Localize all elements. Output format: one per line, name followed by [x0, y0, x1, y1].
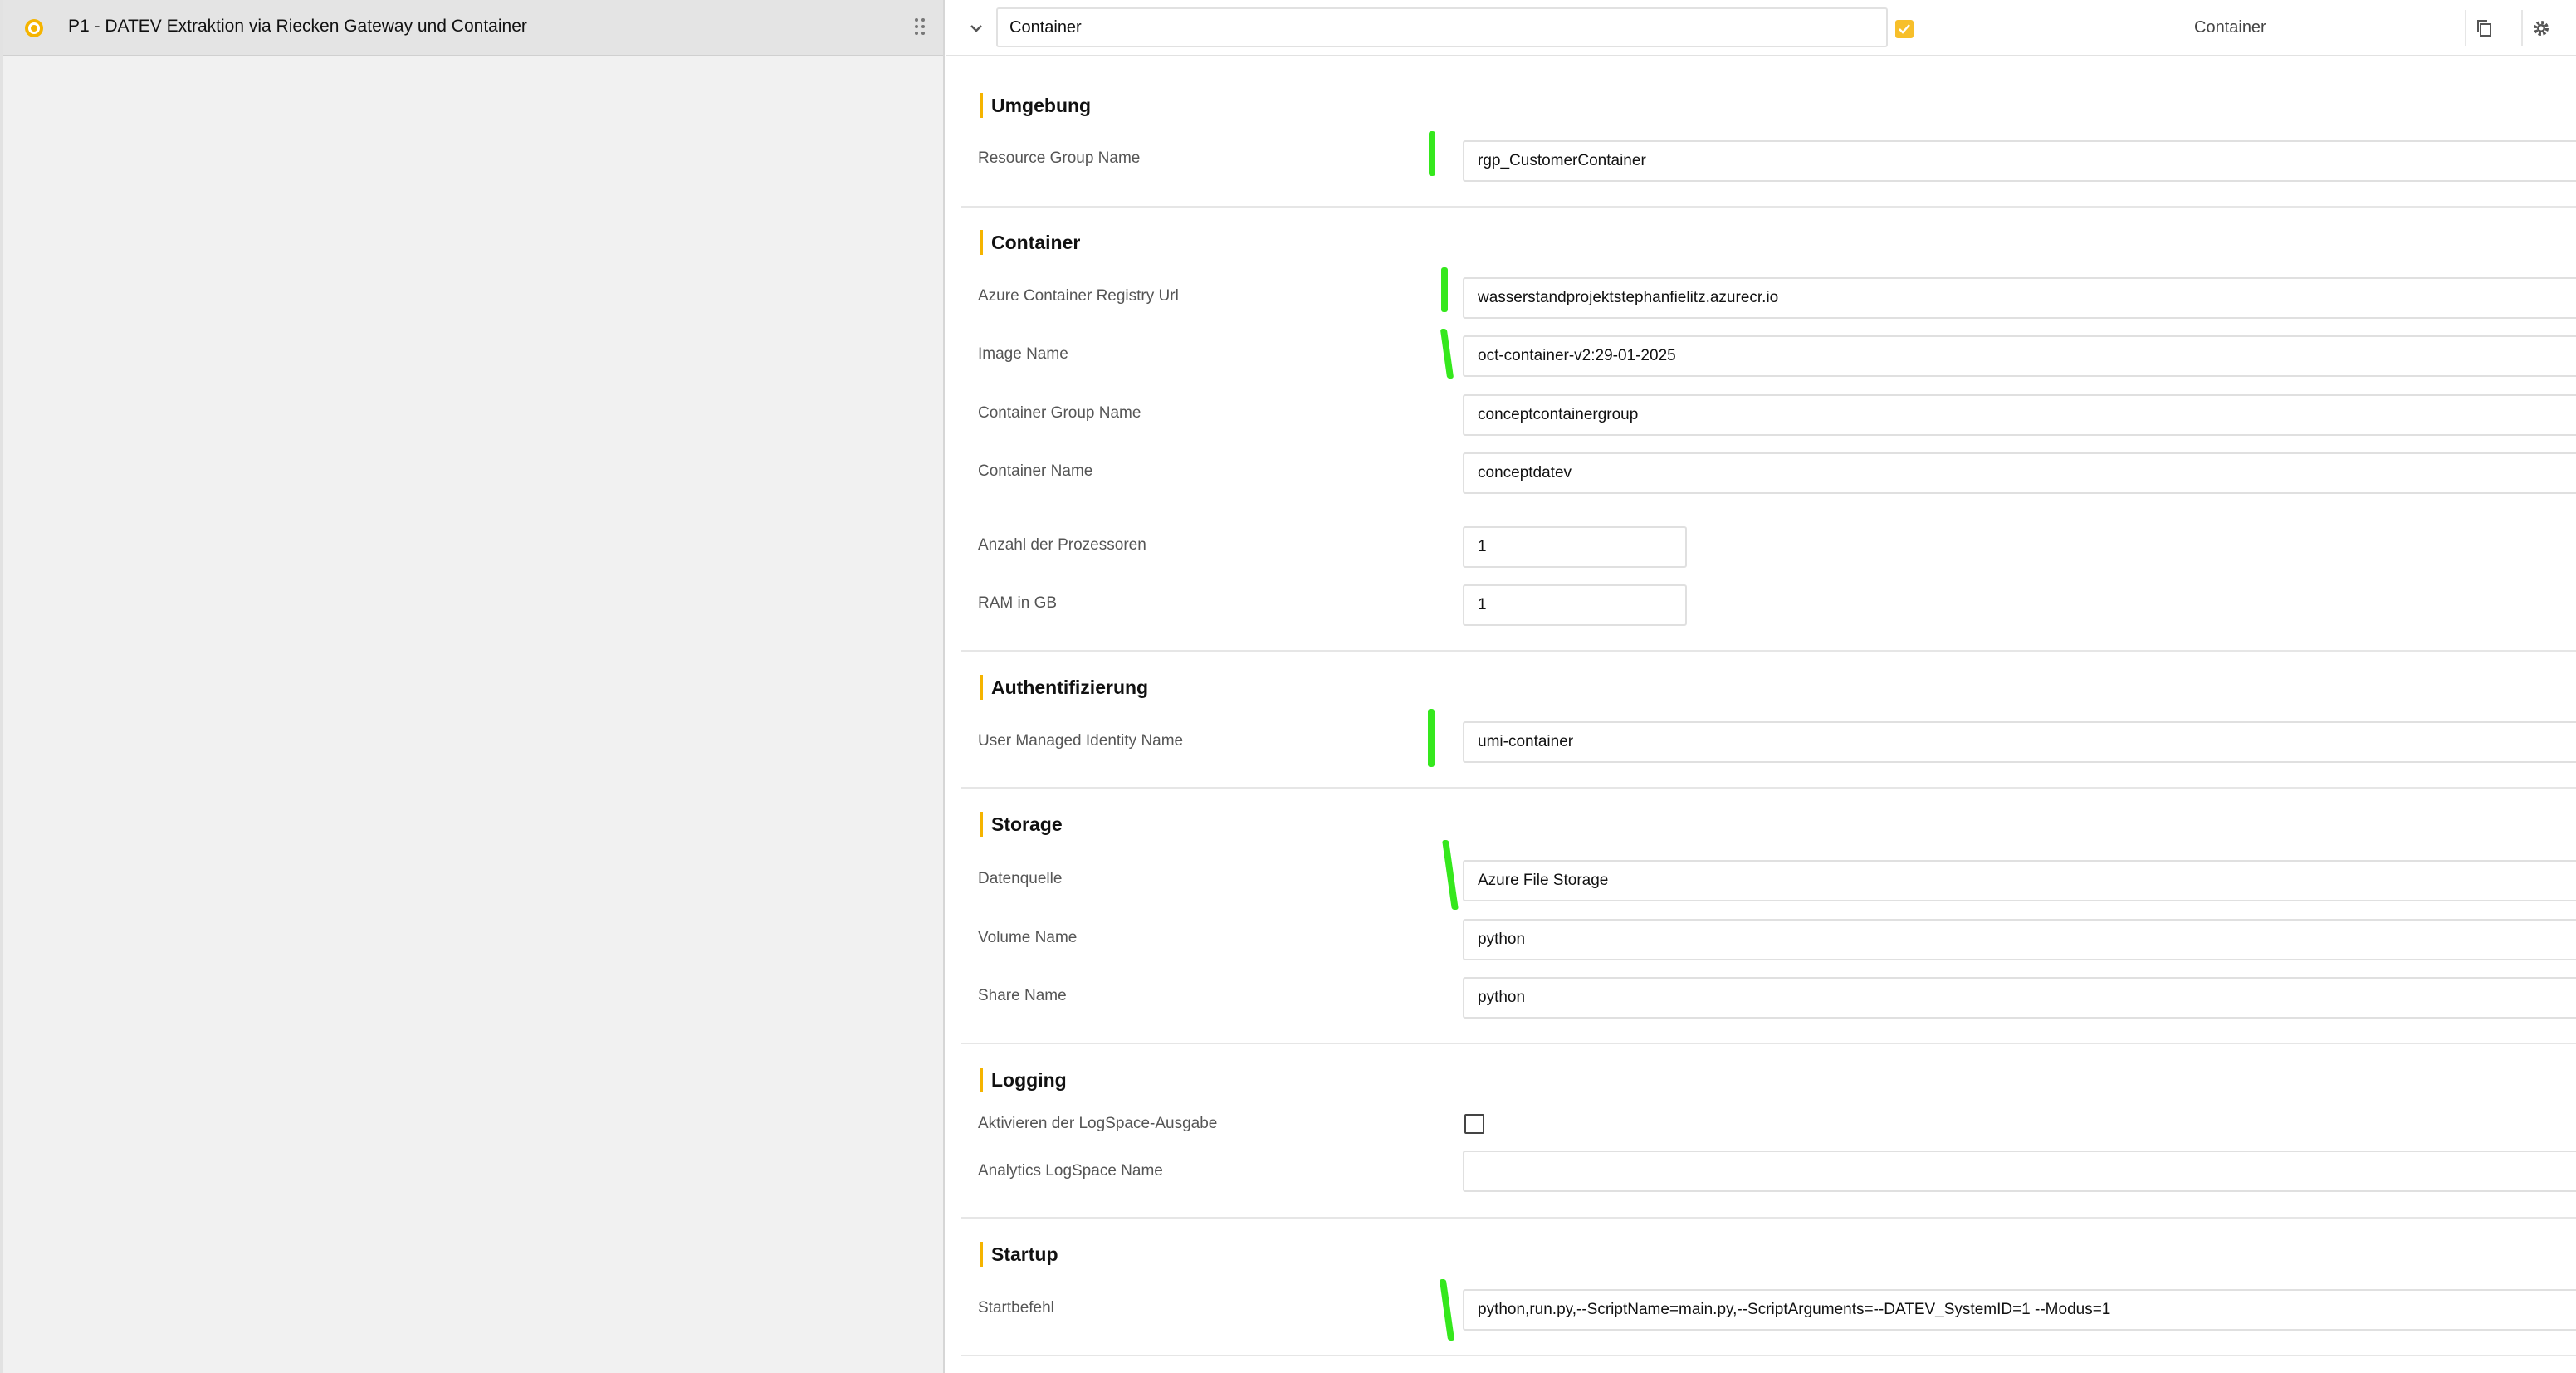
settings-button[interactable] [2521, 10, 2558, 46]
identity-input[interactable] [1463, 721, 2576, 763]
checkbox-checked-icon[interactable] [1895, 20, 1914, 38]
highlight-marker [1439, 1279, 1455, 1341]
logspace-name-input[interactable] [1463, 1151, 2576, 1192]
logspace-name-label: Analytics LogSpace Name [978, 1162, 1163, 1180]
section-divider [961, 650, 2576, 652]
identity-label: User Managed Identity Name [978, 732, 1184, 750]
container-group-label: Container Group Name [978, 404, 1141, 422]
image-name-input[interactable] [1463, 335, 2576, 377]
section-title-container: Container [980, 230, 1080, 255]
data-source-select[interactable] [1463, 860, 2576, 901]
left-panel: P1 - DATEV Extraktion via Riecken Gatewa… [0, 0, 945, 1373]
highlight-marker [1440, 329, 1454, 379]
detail-header: Container [946, 0, 2576, 56]
ram-input[interactable] [1463, 584, 1687, 626]
type-label: Container [2194, 18, 2266, 37]
highlight-marker [1429, 131, 1435, 176]
ram-label: RAM in GB [978, 594, 1058, 612]
highlight-marker [1441, 267, 1448, 312]
highlight-marker [1442, 840, 1459, 910]
container-name-label: Container Name [978, 462, 1093, 480]
container-group-input[interactable] [1463, 394, 2576, 436]
image-name-label: Image Name [978, 345, 1068, 363]
name-input[interactable] [996, 7, 1888, 47]
highlight-marker [1428, 709, 1435, 767]
logspace-enable-checkbox[interactable] [1464, 1114, 1484, 1134]
cpu-count-label: Anzahl der Prozessoren [978, 536, 1146, 554]
copy-button[interactable] [2465, 10, 2501, 46]
resource-group-input[interactable] [1463, 140, 2576, 182]
status-dot-icon [25, 19, 43, 37]
section-divider [961, 1217, 2576, 1219]
registry-url-input[interactable] [1463, 277, 2576, 319]
volume-name-input[interactable] [1463, 919, 2576, 960]
chevron-down-icon[interactable] [966, 18, 986, 38]
volume-name-label: Volume Name [978, 929, 1078, 946]
copy-icon [2477, 20, 2491, 37]
detail-panel: Container Umgebung Resource Group Name C… [946, 0, 2576, 1373]
section-title-logging: Logging [980, 1068, 1067, 1092]
logspace-enable-label: Aktivieren der LogSpace-Ausgabe [978, 1115, 1218, 1132]
section-title-storage: Storage [980, 812, 1063, 837]
selected-list-item[interactable]: P1 - DATEV Extraktion via Riecken Gatewa… [3, 0, 943, 56]
start-command-input[interactable] [1463, 1289, 2576, 1331]
cpu-count-input[interactable] [1463, 526, 1687, 568]
section-divider [961, 1043, 2576, 1044]
share-name-input[interactable] [1463, 977, 2576, 1019]
share-name-label: Share Name [978, 987, 1067, 1004]
start-command-label: Startbefehl [978, 1299, 1054, 1317]
resource-group-label: Resource Group Name [978, 149, 1141, 167]
data-source-label: Datenquelle [978, 870, 1063, 887]
registry-url-label: Azure Container Registry Url [978, 287, 1179, 305]
section-divider [961, 206, 2576, 208]
section-title-auth: Authentifizierung [980, 675, 1148, 700]
section-divider [961, 787, 2576, 789]
list-item-title: P1 - DATEV Extraktion via Riecken Gatewa… [68, 17, 527, 36]
gear-icon [2534, 21, 2549, 36]
container-name-input[interactable] [1463, 452, 2576, 494]
drag-handle-icon[interactable] [915, 18, 926, 37]
section-title-umgebung: Umgebung [980, 93, 1091, 118]
section-divider [961, 1355, 2576, 1356]
section-title-startup: Startup [980, 1242, 1058, 1267]
